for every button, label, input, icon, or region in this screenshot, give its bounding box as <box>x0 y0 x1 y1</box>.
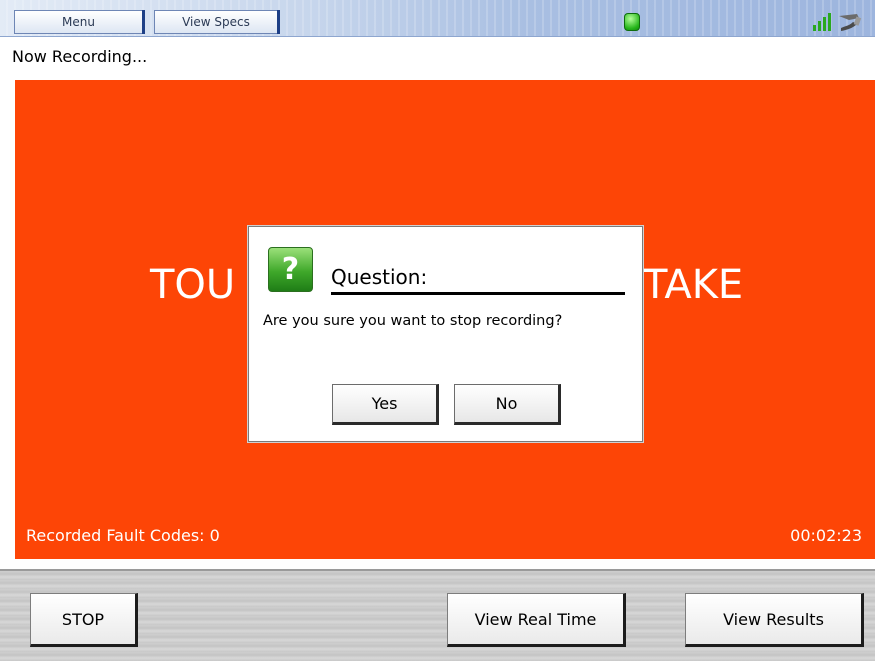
no-button[interactable]: No <box>454 384 561 425</box>
recording-timer: 00:02:23 <box>790 526 862 545</box>
yes-button[interactable]: Yes <box>332 384 439 425</box>
menu-button[interactable]: Menu <box>14 10 145 34</box>
touch-text-right: TAKE <box>643 262 744 308</box>
dialog-message: Are you sure you want to stop recording? <box>263 313 563 329</box>
view-specs-button[interactable]: View Specs <box>154 10 280 34</box>
recording-status-label: Now Recording... <box>12 47 148 66</box>
dialog-title: Question: <box>331 265 625 295</box>
touch-text-left: TOU <box>150 262 236 308</box>
confirm-stop-dialog: ? Question: Are you sure you want to sto… <box>248 226 643 442</box>
stop-button[interactable]: STOP <box>30 593 138 647</box>
signal-strength-icon <box>813 13 831 31</box>
question-icon: ? <box>268 247 313 292</box>
plug-connection-icon <box>839 14 862 31</box>
view-real-time-button[interactable]: View Real Time <box>447 593 626 647</box>
view-results-button[interactable]: View Results <box>685 593 864 647</box>
fault-codes-count: Recorded Fault Codes: 0 <box>26 526 220 545</box>
top-toolbar: Menu View Specs <box>0 0 875 37</box>
bottom-action-bar: STOP View Real Time View Results <box>0 569 875 661</box>
status-led-icon <box>624 13 640 31</box>
